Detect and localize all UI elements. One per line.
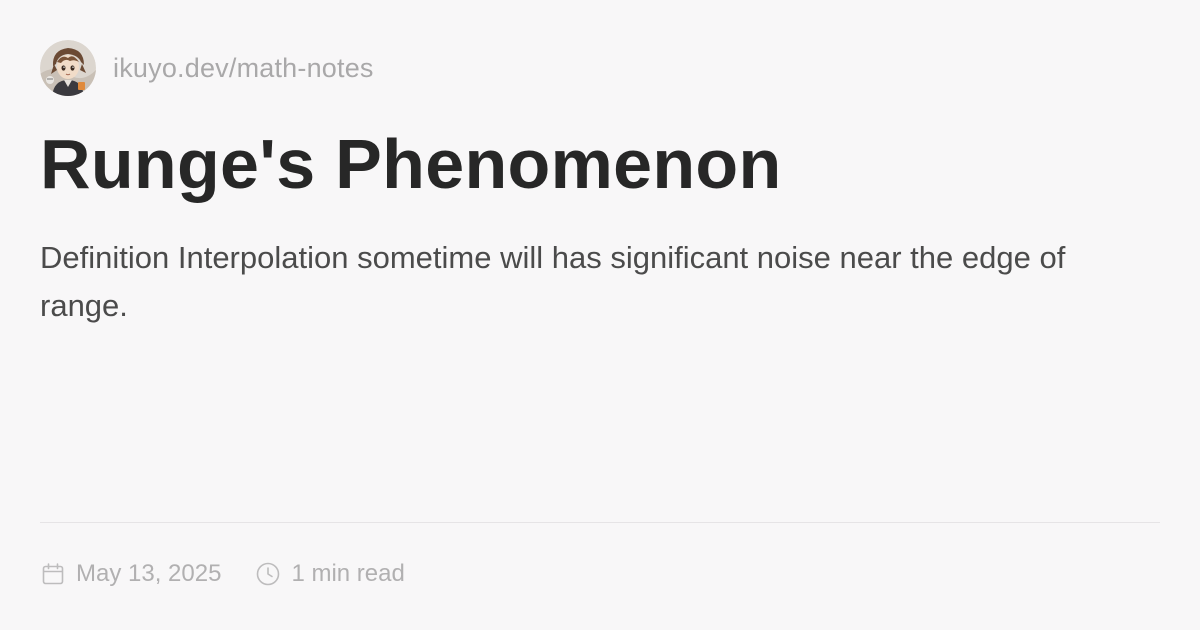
publish-date-text: May 13, 2025	[76, 560, 222, 587]
post-description: Definition Interpolation sometime will h…	[40, 240, 1066, 323]
site-header[interactable]: ikuyo.dev/math-notes	[40, 40, 374, 96]
page-title: Runge's Phenomenon	[40, 125, 782, 203]
calendar-icon	[40, 561, 66, 587]
publish-date: May 13, 2025	[40, 560, 221, 588]
reading-time-text: 1 min read	[291, 560, 405, 587]
post-meta: May 13, 2025 1 min read	[40, 556, 405, 592]
site-url[interactable]: ikuyo.dev/math-notes	[113, 53, 374, 84]
og-card: ikuyo.dev/math-notes Runge's Phenomenon …	[0, 0, 1200, 630]
divider	[40, 522, 1160, 523]
avatar	[40, 40, 96, 96]
clock-icon	[255, 561, 281, 587]
reading-time: 1 min read	[255, 560, 405, 588]
anime-character-avatar-icon	[40, 40, 96, 96]
